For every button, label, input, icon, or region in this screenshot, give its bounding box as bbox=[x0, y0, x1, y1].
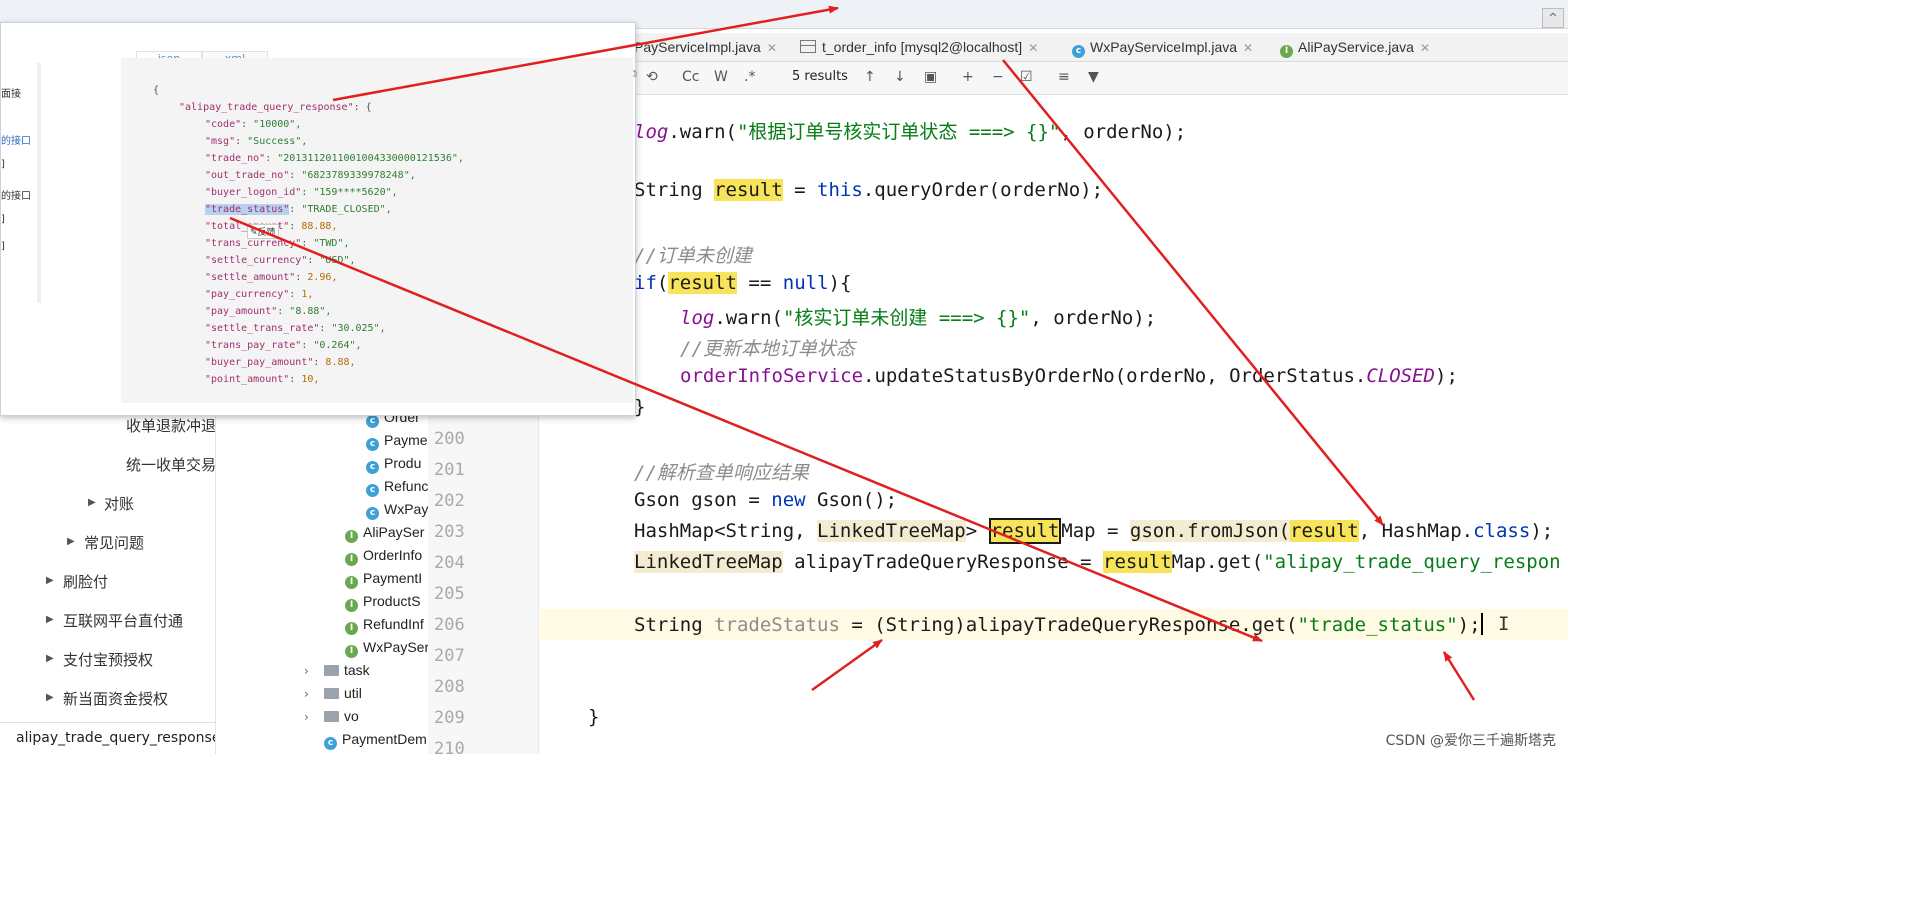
annotation-arrow bbox=[229, 216, 1263, 643]
annotation-arrow bbox=[332, 5, 839, 102]
annotation-arrow bbox=[1442, 651, 1476, 701]
watermark: CSDN @爱你三千遍斯塔克 bbox=[1385, 733, 1556, 749]
annotation-arrow bbox=[811, 638, 883, 692]
annotation-arrow bbox=[1002, 59, 1384, 526]
annotation-layer bbox=[229, 5, 1476, 701]
